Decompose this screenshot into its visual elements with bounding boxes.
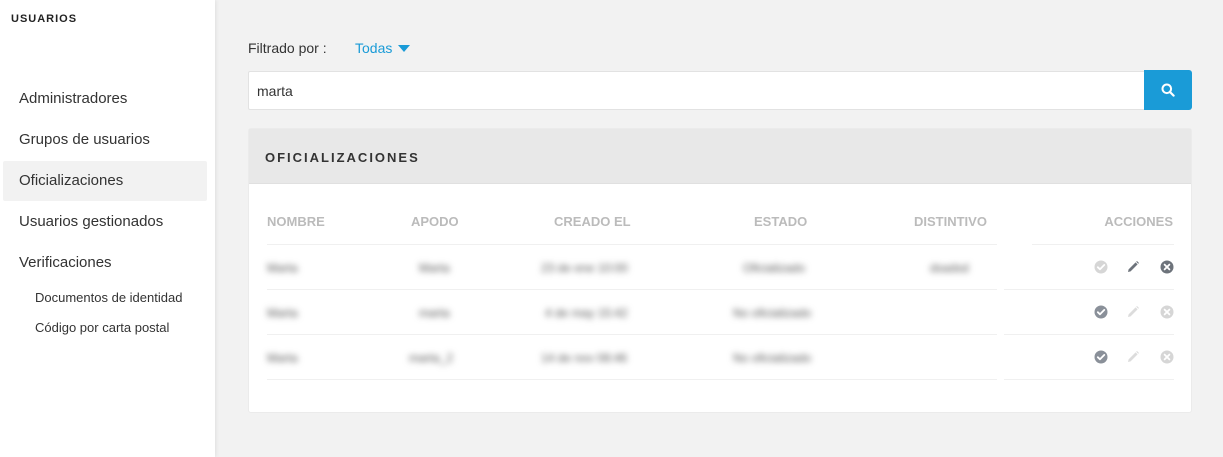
check-circle-icon	[1094, 305, 1108, 319]
row-divider	[267, 244, 997, 245]
close-circle-icon	[1160, 260, 1174, 274]
cell-apodo: marta_2	[409, 351, 454, 365]
sidebar-subitem-documentos-de-identidad[interactable]: Documentos de identidad	[35, 290, 182, 305]
cell-nombre: Marta	[267, 261, 298, 275]
cell-apodo: Marta	[419, 261, 450, 275]
delete-button[interactable]	[1160, 260, 1174, 274]
approve-button[interactable]	[1094, 305, 1108, 319]
cell-nombre: Marta	[267, 306, 298, 320]
sidebar-item-usuarios-gestionados[interactable]: Usuarios gestionados	[3, 202, 207, 242]
cell-distintivo: dsadsd	[930, 261, 969, 275]
close-circle-icon	[1160, 305, 1174, 319]
sidebar-item-oficializaciones[interactable]: Oficializaciones	[3, 161, 207, 201]
filter-selected-value: Todas	[355, 40, 393, 56]
pencil-icon	[1128, 306, 1139, 317]
pencil-icon	[1128, 261, 1139, 272]
delete-button[interactable]	[1160, 305, 1174, 319]
column-header-creado-el: CREADO EL	[554, 214, 631, 229]
sidebar-item-administradores[interactable]: Administradores	[3, 79, 207, 119]
cell-estado: No oficializado	[733, 306, 812, 320]
caret-down-icon	[398, 44, 411, 52]
search-icon	[1161, 83, 1175, 97]
column-header-nombre: NOMBRE	[267, 214, 325, 229]
check-circle-icon	[1094, 350, 1108, 364]
column-header-apodo: APODO	[411, 214, 459, 229]
cell-nombre: Marta	[267, 351, 298, 365]
row-divider	[267, 334, 997, 335]
sidebar-item-grupos-de-usuarios[interactable]: Grupos de usuarios	[3, 120, 207, 160]
sidebar-item-verificaciones[interactable]: Verificaciones	[3, 243, 207, 283]
cell-apodo: marta	[419, 306, 450, 320]
row-divider	[1004, 289, 1174, 290]
check-circle-icon	[1094, 260, 1108, 274]
row-divider	[1004, 379, 1174, 380]
edit-button[interactable]	[1126, 305, 1140, 319]
oficializaciones-panel: OFICIALIZACIONES NOMBRE APODO CREADO EL …	[248, 128, 1192, 413]
edit-button[interactable]	[1126, 350, 1140, 364]
column-header-distintivo: DISTINTIVO	[914, 214, 987, 229]
cell-creado-el: 4 de may 15:42	[545, 306, 628, 320]
approve-button[interactable]	[1094, 350, 1108, 364]
row-divider	[1032, 244, 1174, 245]
column-header-estado: ESTADO	[754, 214, 808, 229]
delete-button[interactable]	[1160, 350, 1174, 364]
pencil-icon	[1128, 351, 1139, 362]
row-divider	[267, 379, 997, 380]
panel-title: OFICIALIZACIONES	[265, 150, 420, 165]
filter-label: Filtrado por :	[248, 40, 327, 56]
row-divider	[1004, 334, 1174, 335]
search-input[interactable]	[248, 71, 1145, 110]
cell-creado-el: 14 de nov 08:46	[541, 351, 628, 365]
row-divider	[267, 289, 997, 290]
cell-estado: Oficializado	[743, 261, 806, 275]
edit-button[interactable]	[1126, 260, 1140, 274]
search-button[interactable]	[1144, 70, 1192, 110]
approve-button[interactable]	[1094, 260, 1108, 274]
cell-creado-el: 23 de ene 10:00	[541, 261, 628, 275]
sidebar: USUARIOS Administradores Grupos de usuar…	[0, 0, 215, 457]
close-circle-icon	[1160, 350, 1174, 364]
filter-dropdown[interactable]: Todas	[355, 40, 411, 56]
column-header-acciones: ACCIONES	[1104, 214, 1173, 229]
sidebar-subitem-codigo-por-carta-postal[interactable]: Código por carta postal	[35, 320, 169, 335]
sidebar-title: USUARIOS	[11, 13, 78, 25]
cell-estado: No oficializado	[733, 351, 812, 365]
